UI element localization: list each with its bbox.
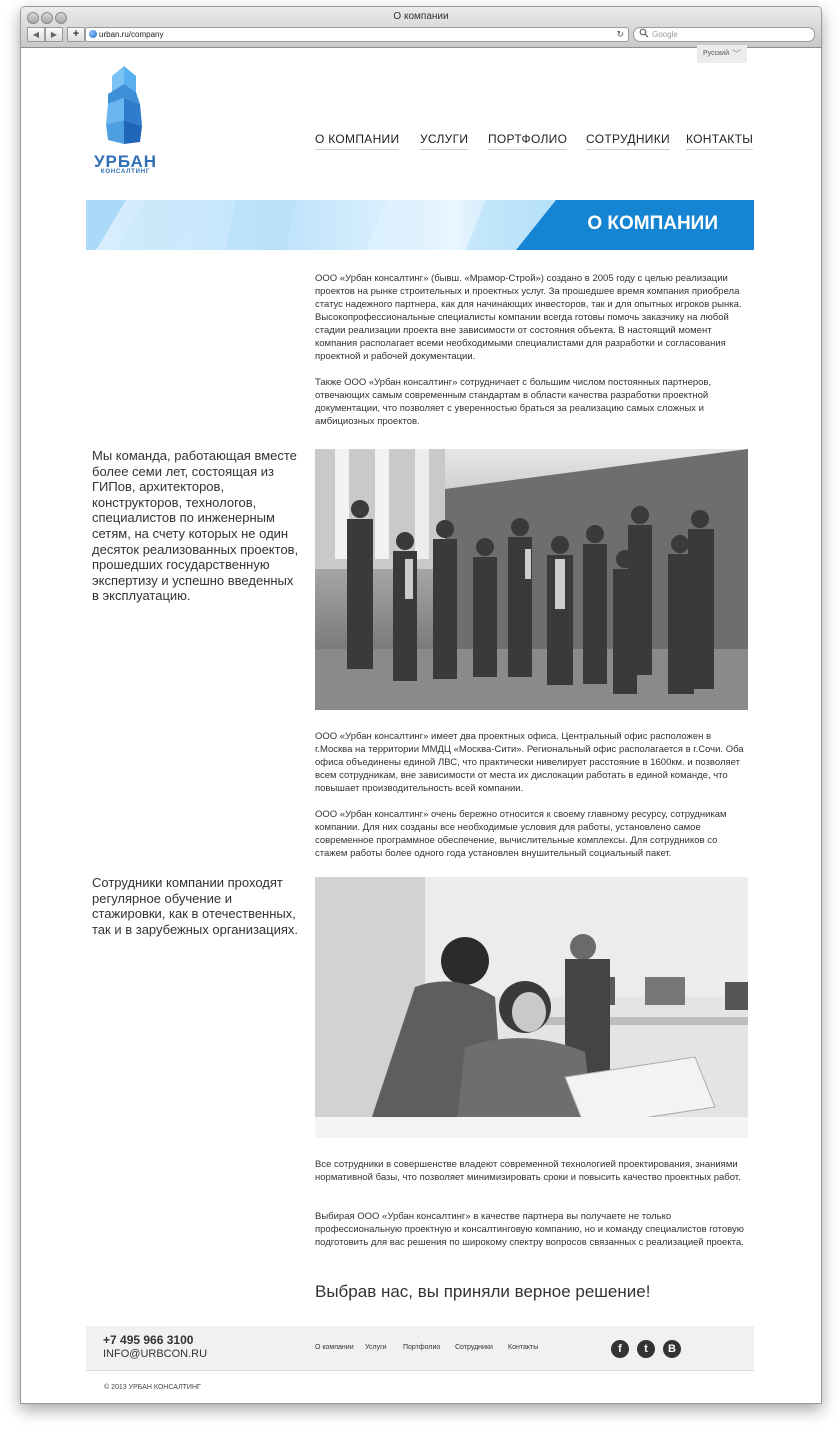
partner-choice-paragraph: Выбирая ООО «Урбан консалтинг» в качеств… (315, 1211, 744, 1248)
footer-email[interactable]: INFO@URBCON.RU (103, 1348, 207, 1360)
vkontakte-icon[interactable]: B (663, 1340, 681, 1358)
address-text: urban.ru/company (99, 30, 164, 39)
footer-link-portfolio[interactable]: Портфолио (403, 1344, 440, 1351)
staff-care-paragraph: ООО «Урбан консалтинг» очень бережно отн… (315, 809, 727, 859)
page-banner: О КОМПАНИИ (86, 200, 754, 250)
nav-item-portfolio[interactable]: ПОРТФОЛИО (488, 132, 568, 150)
footer-link-services[interactable]: Услуги (365, 1344, 387, 1351)
intro-paragraph: ООО «Урбан консалтинг» (бывш. «Мрамор-Ст… (315, 273, 742, 362)
address-bar[interactable]: urban.ru/company ↻ (85, 27, 629, 42)
offices-paragraph: ООО «Урбан консалтинг» имеет два проектн… (315, 731, 744, 794)
language-selector[interactable]: Русский ﹀ (697, 45, 747, 63)
search-icon (639, 28, 649, 42)
reload-icon[interactable]: ↻ (616, 28, 624, 41)
footer-phone[interactable]: +7 495 966 3100 (103, 1333, 193, 1347)
language-label: Русский (703, 50, 729, 57)
logo-mark (106, 66, 142, 144)
browser-search-input[interactable]: Google (633, 27, 815, 42)
team-side-text: Мы команда, работающая вместе более семи… (92, 448, 299, 604)
training-side-text: Сотрудники компании проходят регулярное … (92, 875, 299, 937)
footer-link-staff[interactable]: Сотрудники (455, 1344, 493, 1351)
chevron-down-icon: ﹀ (731, 49, 741, 59)
globe-icon (89, 30, 97, 38)
nav-item-contacts[interactable]: КОНТАКТЫ (686, 132, 754, 150)
twitter-icon[interactable]: t (637, 1340, 655, 1358)
browser-titlebar: О компании ◀ ▶ + urban.ru/company ↻ Goog… (21, 7, 821, 48)
forward-button[interactable]: ▶ (45, 27, 63, 42)
add-bookmark-button[interactable]: + (67, 27, 85, 42)
footer-link-contacts[interactable]: Контакты (508, 1344, 538, 1351)
team-photo (315, 449, 748, 710)
office-photo (315, 877, 748, 1138)
nav-item-staff[interactable]: СОТРУДНИКИ (586, 132, 670, 150)
search-placeholder: Google (652, 30, 678, 39)
footer-link-company[interactable]: О компании (315, 1344, 354, 1351)
facebook-icon[interactable]: f (611, 1340, 629, 1358)
copyright: © 2013 УРБАН КОНСАЛТИНГ (104, 1384, 201, 1391)
company-logo[interactable]: УРБАН КОНСАЛТИНГ (88, 64, 163, 179)
page-title: О КОМПАНИИ (587, 213, 718, 234)
nav-item-services[interactable]: УСЛУГИ (420, 132, 469, 150)
window-title: О компании (393, 11, 449, 22)
slogan: Выбрав нас, вы приняли верное решение! (315, 1282, 651, 1301)
nav-item-company[interactable]: О КОМПАНИИ (315, 132, 400, 150)
partners-paragraph: Также ООО «Урбан консалтинг» сотрудничае… (315, 377, 712, 427)
footer: +7 495 966 3100 INFO@URBCON.RU О компани… (86, 1326, 754, 1371)
technology-paragraph: Все сотрудники в совершенстве владеют со… (315, 1159, 741, 1183)
logo-subtitle: КОНСАЛТИНГ (100, 169, 151, 175)
back-button[interactable]: ◀ (27, 27, 45, 42)
